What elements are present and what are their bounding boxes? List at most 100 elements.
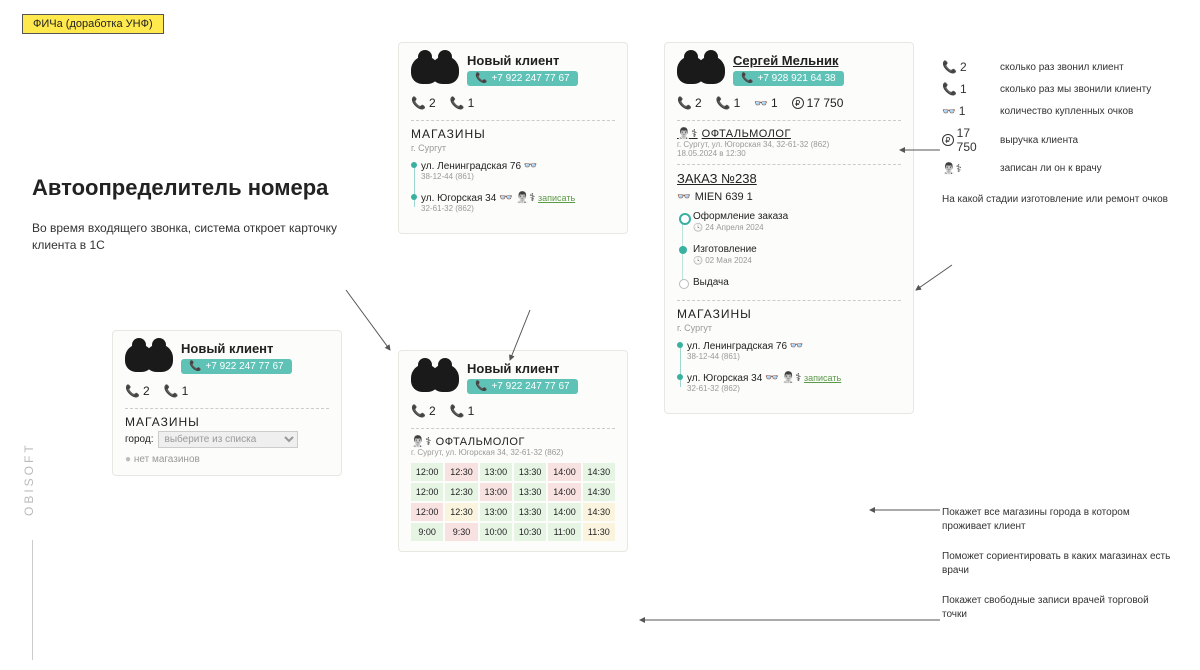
phone-chip[interactable]: 📞+7 928 921 64 38 — [733, 71, 844, 86]
call-out-icon: 📞 — [450, 96, 465, 110]
page-subtitle: Во время входящего звонка, система откро… — [32, 220, 342, 254]
shop-item[interactable]: ул. Югорская 34 ⚕ записать 32-61-32 (862… — [687, 371, 901, 393]
stat-glasses: 1 — [754, 96, 777, 110]
avatar-pair — [125, 344, 173, 372]
ruble-icon: ₽ — [942, 134, 954, 146]
legend-note-doctors: Поможет сориентировать в каких магазинах… — [942, 550, 1172, 578]
shop-item[interactable]: ул. Югорская 34 ⚕ записать 32-61-32 (862… — [421, 191, 615, 213]
time-slot[interactable]: 12:00 — [411, 463, 443, 481]
doctor-icon: ⚕ — [516, 192, 536, 204]
time-slot[interactable]: 11:30 — [583, 523, 615, 541]
order-product: MIEN 639 1 — [677, 190, 901, 203]
brand-mark: OBISOFT — [22, 442, 36, 516]
doctor-icon: ⚕ — [782, 372, 802, 384]
shop-item[interactable]: ул. Ленинградская 76 38-12-44 (861) — [421, 159, 615, 181]
legend-notes-bottom: Покажет все магазины города в котором пр… — [942, 490, 1172, 622]
call-in-icon: 📞 — [411, 404, 426, 418]
time-slot[interactable]: 13:00 — [480, 503, 512, 521]
time-slot[interactable]: 10:00 — [480, 523, 512, 541]
legend-row-calls-in: 📞2сколько раз звонил клиент — [942, 60, 1172, 74]
call-out-icon: 📞 — [942, 82, 957, 96]
client-card-new-1: Новый клиент 📞+7 922 247 77 67 📞2 📞1 МАГ… — [112, 330, 342, 476]
time-slot[interactable]: 11:00 — [548, 523, 580, 541]
call-in-icon: 📞 — [942, 60, 957, 74]
book-link[interactable]: записать — [538, 193, 575, 203]
stat-calls-out: 📞1 — [450, 404, 475, 418]
time-slot[interactable]: 14:30 — [583, 483, 615, 501]
time-slot[interactable]: 12:30 — [445, 503, 477, 521]
timeline-step-3: Выдача — [693, 277, 901, 288]
time-slot[interactable]: 14:30 — [583, 503, 615, 521]
time-slot[interactable]: 13:30 — [514, 463, 546, 481]
glasses-icon — [942, 104, 956, 118]
client-card-new-2: Новый клиент 📞+7 922 247 77 67 📞2 📞1 МАГ… — [398, 42, 628, 234]
avatar-pair — [677, 56, 725, 84]
glasses-icon — [499, 193, 513, 204]
shops-title: МАГАЗИНЫ — [677, 307, 901, 321]
time-slot[interactable]: 14:00 — [548, 503, 580, 521]
glasses-icon — [524, 161, 538, 172]
time-slot[interactable]: 13:30 — [514, 483, 546, 501]
doctor-icon: ⚕ — [411, 435, 432, 448]
time-slot[interactable]: 14:00 — [548, 483, 580, 501]
no-shops-msg: нет магазинов — [125, 454, 329, 465]
city-select[interactable]: выберите из списка — [158, 431, 298, 448]
client-name[interactable]: Сергей Мельник — [733, 53, 844, 68]
phone-chip[interactable]: 📞+7 922 247 77 67 — [467, 379, 578, 394]
order-title[interactable]: ЗАКАЗ №238 — [677, 171, 901, 186]
time-slot[interactable]: 12:00 — [411, 503, 443, 521]
time-slot[interactable]: 12:00 — [411, 483, 443, 501]
time-slot[interactable]: 13:30 — [514, 503, 546, 521]
time-slot[interactable]: 13:00 — [480, 483, 512, 501]
time-slot[interactable]: 10:30 — [514, 523, 546, 541]
time-slot[interactable]: 9:00 — [411, 523, 443, 541]
phone-chip[interactable]: 📞+7 922 247 77 67 — [181, 359, 292, 374]
phone-icon: 📞 — [189, 361, 201, 372]
doctor-title[interactable]: ⚕ОФТАЛЬМОЛОГ — [677, 127, 901, 140]
time-slot[interactable]: 12:30 — [445, 483, 477, 501]
stat-calls-out: 📞1 — [450, 96, 475, 110]
time-slot[interactable]: 13:00 — [480, 463, 512, 481]
shops-title: МАГАЗИНЫ — [125, 415, 329, 429]
ruble-icon: ₽ — [792, 97, 804, 109]
doctor-date: 18.05.2024 в 12:30 — [677, 149, 901, 158]
glasses-icon — [754, 96, 768, 110]
timeline-step-2: Изготовление 02 Мая 2024 — [693, 244, 901, 265]
shops-title: МАГАЗИНЫ — [411, 127, 615, 141]
feature-badge: ФИЧа (доработка УНФ) — [22, 14, 164, 34]
stat-calls-out: 📞1 — [164, 384, 189, 398]
doctor-address: г. Сургут, ул. Югорская 34, 32-61-32 (86… — [677, 140, 901, 149]
time-slot[interactable]: 12:30 — [445, 463, 477, 481]
book-link[interactable]: записать — [804, 373, 841, 383]
doctor-title: ⚕ОФТАЛЬМОЛОГ — [411, 435, 615, 448]
time-slot[interactable]: 9:30 — [445, 523, 477, 541]
avatar-pair — [411, 364, 459, 392]
legend-note-slots: Покажет свободные записи врачей торговой… — [942, 594, 1172, 622]
stat-calls-in: 📞2 — [411, 404, 436, 418]
divider — [32, 540, 33, 660]
legend-panel: 📞2сколько раз звонил клиент 📞1сколько ра… — [942, 60, 1172, 207]
timeline-step-1: Оформление заказа 24 Апреля 2024 — [693, 211, 901, 232]
doctor-address: г. Сургут, ул. Югорская 34, 32-61-32 (86… — [411, 448, 615, 457]
city-label: город: — [125, 434, 154, 445]
call-in-icon: 📞 — [411, 96, 426, 110]
phone-chip[interactable]: 📞+7 922 247 77 67 — [467, 71, 578, 86]
call-in-icon: 📞 — [125, 384, 140, 398]
legend-row-glasses: 1количество купленных очков — [942, 104, 1172, 118]
client-card-new-3: Новый клиент 📞+7 922 247 77 67 📞2 📞1 ⚕ОФ… — [398, 350, 628, 552]
stat-calls-in: 📞2 — [411, 96, 436, 110]
phone-icon: 📞 — [475, 73, 487, 84]
glasses-icon — [790, 341, 804, 352]
client-card-full: Сергей Мельник 📞+7 928 921 64 38 📞2 📞1 1… — [664, 42, 914, 414]
time-slot[interactable]: 14:00 — [548, 463, 580, 481]
stat-calls-in: 📞2 — [677, 96, 702, 110]
stat-calls-in: 📞2 — [125, 384, 150, 398]
phone-icon: 📞 — [475, 381, 487, 392]
stat-calls-out: 📞1 — [716, 96, 741, 110]
shop-item[interactable]: ул. Ленинградская 76 38-12-44 (861) — [687, 339, 901, 361]
page-title: Автоопределитель номера — [32, 175, 328, 201]
time-slot[interactable]: 14:30 — [583, 463, 615, 481]
phone-icon: 📞 — [741, 73, 753, 84]
legend-row-revenue: ₽17 750выручка клиента — [942, 126, 1172, 154]
avatar-pair — [411, 56, 459, 84]
